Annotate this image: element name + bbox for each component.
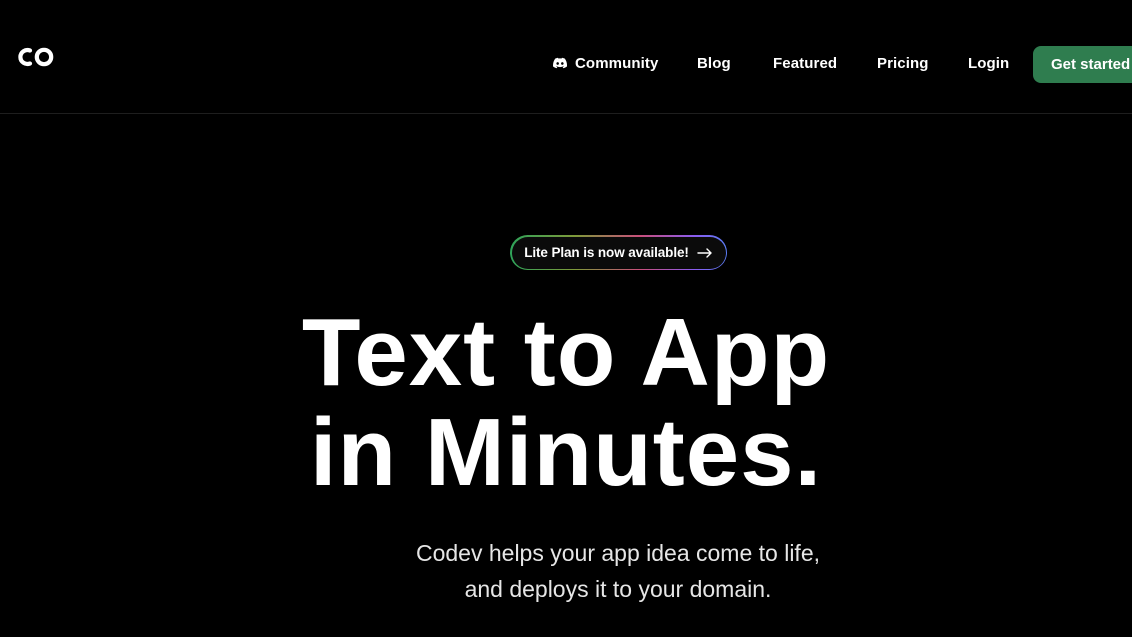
get-started-button[interactable]: Get started → — [1033, 46, 1132, 83]
announcement-label: Lite Plan is now available! — [524, 245, 689, 260]
top-navigation-bar: Community Blog Featured Pricing Login Ge… — [0, 0, 1132, 114]
hero-title: Text to App in Minutes. — [0, 303, 1132, 503]
nav-community-link[interactable]: Community — [553, 46, 658, 82]
nav-featured-link[interactable]: Featured — [773, 46, 837, 82]
hero-subtitle-line-1: Codev helps your app idea come to life, — [415, 540, 821, 566]
nav-login-link[interactable]: Login — [968, 46, 1009, 82]
nav-pricing-link[interactable]: Pricing — [877, 46, 929, 82]
nav-blog-link[interactable]: Blog — [697, 46, 731, 82]
arrow-right-icon — [697, 247, 712, 258]
discord-icon — [553, 57, 567, 69]
hero-subtitle-line-2: and deploys it to your domain. — [464, 576, 772, 602]
nav-community-label: Community — [575, 55, 659, 72]
hero-title-line-1: Text to App — [301, 299, 831, 406]
announcement-pill-inner: Lite Plan is now available! — [511, 236, 726, 269]
main-nav: Community Blog Featured Pricing Login Ge… — [0, 46, 1132, 83]
hero-subtitle: Codev helps your app idea come to life, … — [0, 535, 1132, 607]
announcement-pill[interactable]: Lite Plan is now available! — [510, 235, 727, 270]
hero-title-line-2: in Minutes. — [309, 399, 823, 506]
landing-page: Community Blog Featured Pricing Login Ge… — [0, 0, 1132, 637]
